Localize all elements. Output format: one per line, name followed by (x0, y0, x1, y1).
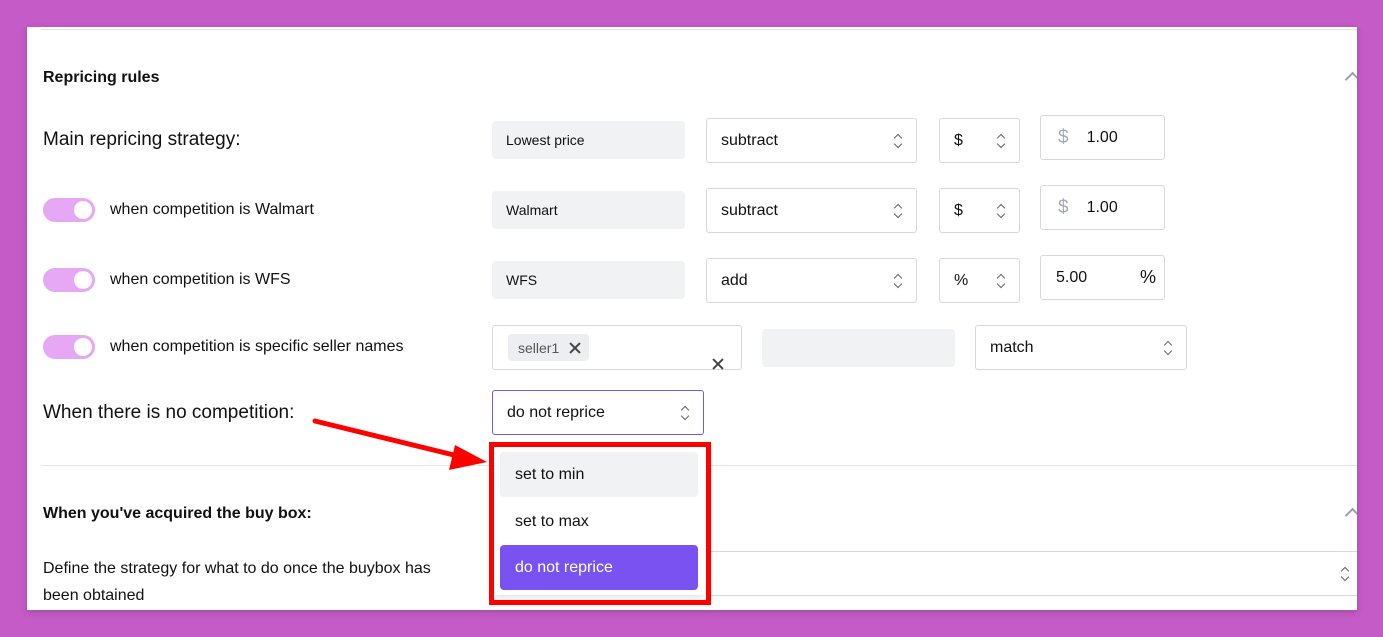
annotation-arrow-icon (312, 418, 487, 470)
